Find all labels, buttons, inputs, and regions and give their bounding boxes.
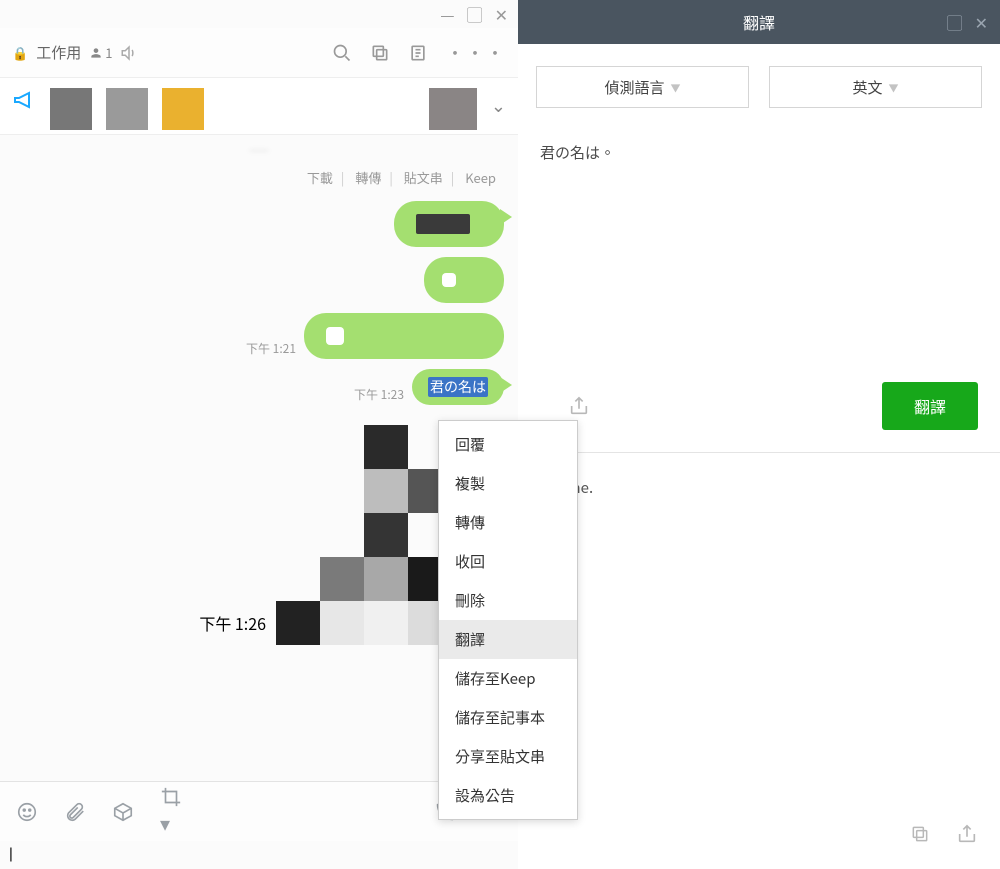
menu-copy[interactable]: 複製 xyxy=(439,464,577,503)
menu-delete[interactable]: 刪除 xyxy=(439,581,577,620)
close-icon[interactable]: ✕ xyxy=(495,2,508,26)
chat-title: 工作用 xyxy=(36,42,81,63)
forward-link[interactable]: 轉傳 xyxy=(351,168,385,187)
language-row: 偵測語言▼ 英文▼ xyxy=(518,44,1000,126)
text-cursor: ▏ xyxy=(0,841,518,869)
translation-output: r name. xyxy=(518,453,1000,811)
member-count: 1 xyxy=(89,43,112,62)
message-bubble[interactable] xyxy=(394,201,504,247)
translate-title: 翻譯 xyxy=(743,10,775,34)
search-icon[interactable] xyxy=(332,43,352,63)
menu-unsend[interactable]: 收回 xyxy=(439,542,577,581)
source-textarea[interactable]: 君の名は。 xyxy=(518,126,1000,366)
maximize-icon[interactable]: ▢ xyxy=(947,10,963,34)
crop-icon[interactable]: ▾ xyxy=(160,786,182,837)
lock-icon: 🔒 xyxy=(12,43,28,62)
menu-share-timeline[interactable]: 分享至貼文串 xyxy=(439,737,577,776)
share-icon[interactable] xyxy=(956,823,978,845)
copy-icon[interactable] xyxy=(370,43,390,63)
menu-set-announce[interactable]: 設為公告 xyxy=(439,776,577,815)
source-language-select[interactable]: 偵測語言▼ xyxy=(536,66,749,108)
timestamp: 下午 1:21 xyxy=(246,340,296,357)
minimize-icon[interactable]: — xyxy=(440,2,454,26)
output-actions xyxy=(518,811,1000,869)
window-controls: — ▢ ✕ xyxy=(0,0,518,28)
download-link[interactable]: 下載 xyxy=(303,168,337,187)
translate-header: 翻譯 ▢ ✕ xyxy=(518,0,1000,44)
attachment-actions: 下載| 轉傳| 貼文串| Keep xyxy=(0,164,518,195)
media-thumb[interactable] xyxy=(106,88,148,130)
note-icon[interactable] xyxy=(408,43,428,63)
keep-link[interactable]: Keep xyxy=(461,168,500,187)
media-strip: ⌄ xyxy=(0,78,518,135)
target-language-select[interactable]: 英文▼ xyxy=(769,66,982,108)
chat-title-group: 🔒 工作用 1 xyxy=(12,42,138,63)
header-actions: ••• xyxy=(332,40,506,66)
message-text: 君の名は xyxy=(428,377,488,397)
translate-button[interactable]: 翻譯 xyxy=(882,382,978,430)
menu-forward[interactable]: 轉傳 xyxy=(439,503,577,542)
translate-actions: 翻譯 xyxy=(518,366,1000,453)
menu-save-note[interactable]: 儲存至記事本 xyxy=(439,698,577,737)
date-separator: —— xyxy=(0,135,518,164)
translate-panel: 翻譯 ▢ ✕ 偵測語言▼ 英文▼ 君の名は。 翻譯 r name. xyxy=(518,0,1000,869)
timestamp: 下午 1:23 xyxy=(354,386,404,403)
timeline-link[interactable]: 貼文串 xyxy=(400,168,447,187)
context-menu: 回覆 複製 轉傳 收回 刪除 翻譯 儲存至Keep 儲存至記事本 分享至貼文串 … xyxy=(438,420,578,820)
menu-save-keep[interactable]: 儲存至Keep xyxy=(439,659,577,698)
copy-icon[interactable] xyxy=(910,824,930,844)
message-bubble-selected[interactable]: 君の名は xyxy=(412,369,504,405)
message-bubble[interactable] xyxy=(304,313,504,359)
close-icon[interactable]: ✕ xyxy=(975,10,988,34)
more-icon[interactable]: ••• xyxy=(446,40,506,66)
chat-header: 🔒 工作用 1 ••• xyxy=(0,28,518,78)
media-thumb[interactable] xyxy=(429,88,477,130)
menu-translate[interactable]: 翻譯 xyxy=(439,620,577,659)
chevron-down-icon[interactable]: ⌄ xyxy=(491,88,506,118)
emoji-icon[interactable] xyxy=(16,801,38,823)
message-bubble[interactable] xyxy=(424,257,504,303)
megaphone-icon[interactable] xyxy=(12,88,36,112)
media-thumb[interactable] xyxy=(50,88,92,130)
timestamp: 下午 1:26 xyxy=(199,611,266,635)
media-thumb[interactable] xyxy=(162,88,204,130)
menu-reply[interactable]: 回覆 xyxy=(439,425,577,464)
package-icon[interactable] xyxy=(112,801,134,823)
maximize-icon[interactable]: ▢ xyxy=(467,2,483,26)
attach-icon[interactable] xyxy=(64,801,86,823)
speaker-icon[interactable] xyxy=(120,44,138,62)
share-icon[interactable] xyxy=(568,395,590,417)
